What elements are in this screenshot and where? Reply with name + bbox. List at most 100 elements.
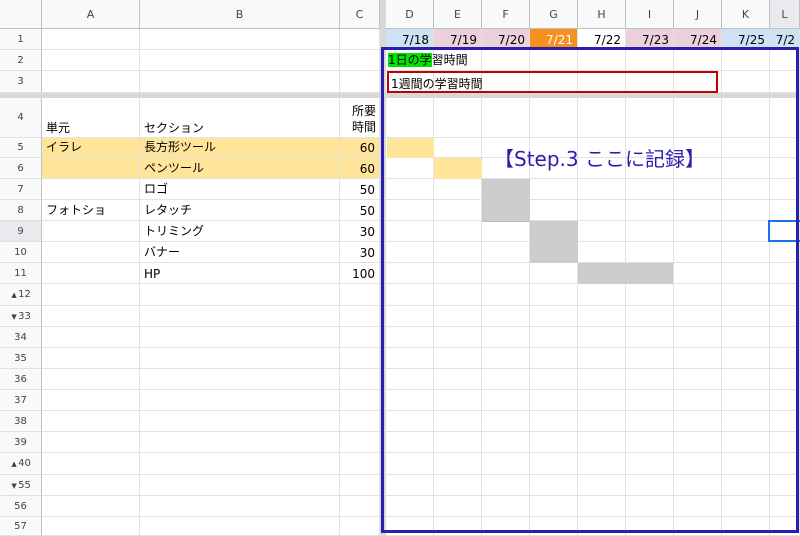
grid-cell[interactable] — [626, 327, 674, 348]
grid-cell[interactable] — [340, 306, 380, 327]
column-header-i[interactable]: I — [626, 0, 674, 29]
grid-cell[interactable] — [722, 306, 770, 327]
grid-cell[interactable] — [674, 179, 722, 200]
grid-cell[interactable] — [722, 98, 770, 138]
grid-cell[interactable] — [722, 327, 770, 348]
task-time-cell[interactable]: 30 — [340, 242, 380, 263]
task-time-cell[interactable]: 50 — [340, 200, 380, 221]
grid-cell[interactable] — [140, 29, 340, 50]
grid-cell[interactable] — [42, 306, 140, 327]
task-section-cell[interactable]: バナー — [140, 242, 340, 263]
grid-cell[interactable] — [434, 98, 482, 138]
grid-cell[interactable] — [674, 453, 722, 475]
row-header-5[interactable]: 5 — [0, 138, 42, 158]
grid-cell[interactable] — [386, 432, 434, 453]
grid-cell[interactable] — [340, 348, 380, 369]
grid-cell[interactable] — [626, 179, 674, 200]
grid-cell[interactable] — [578, 475, 626, 496]
grid-cell[interactable] — [530, 432, 578, 453]
grid-cell[interactable] — [386, 496, 434, 517]
grid-cell[interactable] — [530, 369, 578, 390]
grid-cell[interactable] — [722, 411, 770, 432]
date-cell[interactable]: 7/25 — [722, 29, 770, 50]
grid-cell[interactable] — [434, 242, 482, 263]
grid-cell[interactable] — [674, 475, 722, 496]
grid-cell[interactable] — [578, 348, 626, 369]
grid-cell[interactable] — [434, 411, 482, 432]
grid-cell[interactable] — [340, 475, 380, 496]
row-header-10[interactable]: 10 — [0, 242, 42, 263]
expand-up-icon[interactable]: ▲ — [10, 453, 18, 475]
grid-cell[interactable] — [434, 496, 482, 517]
grid-cell[interactable] — [626, 475, 674, 496]
grid-cell[interactable] — [770, 348, 800, 369]
grid-cell[interactable] — [386, 179, 434, 200]
grid-cell[interactable] — [434, 263, 482, 284]
grid-cell[interactable] — [578, 284, 626, 306]
grid-cell[interactable] — [530, 390, 578, 411]
grid-cell[interactable] — [578, 369, 626, 390]
grid-cell[interactable] — [578, 98, 626, 138]
gantt-block-trim-banner[interactable] — [530, 221, 578, 263]
grid-cell[interactable] — [770, 475, 800, 496]
task-time-cell[interactable]: 50 — [340, 179, 380, 200]
task-section-cell[interactable]: 長方形ツール — [140, 138, 340, 158]
gantt-block-pen-tool[interactable] — [434, 158, 482, 179]
grid-cell[interactable] — [626, 200, 674, 221]
grid-cell[interactable] — [482, 348, 530, 369]
grid-cell[interactable] — [482, 453, 530, 475]
grid-cell[interactable] — [626, 348, 674, 369]
row-header-40[interactable]: ▲40 — [0, 453, 42, 475]
grid-cell[interactable] — [674, 327, 722, 348]
task-section-cell[interactable]: トリミング — [140, 221, 340, 242]
grid-cell[interactable] — [386, 221, 434, 242]
grid-cell[interactable] — [722, 263, 770, 284]
grid-cell[interactable] — [482, 411, 530, 432]
grid-cell[interactable] — [482, 50, 530, 71]
grid-cell[interactable] — [722, 221, 770, 242]
grid-cell[interactable] — [386, 348, 434, 369]
row-header-39[interactable]: 39 — [0, 432, 42, 453]
grid-cell[interactable] — [434, 138, 482, 158]
grid-cell[interactable] — [434, 306, 482, 327]
grid-cell[interactable] — [770, 306, 800, 327]
grid-cell[interactable] — [42, 475, 140, 496]
row-header-8[interactable]: 8 — [0, 200, 42, 221]
grid-cell[interactable] — [386, 158, 434, 179]
row-header-55[interactable]: ▼55 — [0, 475, 42, 496]
grid-cell[interactable] — [578, 179, 626, 200]
task-section-cell[interactable]: ペンツール — [140, 158, 340, 179]
grid-cell[interactable] — [42, 517, 140, 536]
column-header-l[interactable]: L — [770, 0, 800, 29]
row-header-34[interactable]: 34 — [0, 327, 42, 348]
grid-cell[interactable] — [530, 284, 578, 306]
grid-cell[interactable] — [434, 453, 482, 475]
grid-cell[interactable] — [530, 179, 578, 200]
grid-cell[interactable] — [530, 263, 578, 284]
row-header-4[interactable]: 4 — [0, 98, 42, 138]
grid-cell[interactable] — [770, 242, 800, 263]
grid-cell[interactable] — [482, 517, 530, 536]
grid-cell[interactable] — [140, 369, 340, 390]
grid-cell[interactable] — [340, 50, 380, 71]
grid-cell[interactable] — [722, 179, 770, 200]
grid-cell[interactable] — [482, 432, 530, 453]
grid-cell[interactable] — [482, 263, 530, 284]
grid-cell[interactable] — [674, 306, 722, 327]
grid-cell[interactable] — [674, 348, 722, 369]
row-header-33[interactable]: ▼33 — [0, 306, 42, 327]
grid-cell[interactable] — [386, 517, 434, 536]
grid-cell[interactable] — [434, 475, 482, 496]
grid-cell[interactable] — [722, 348, 770, 369]
grid-cell[interactable] — [578, 306, 626, 327]
grid-cell[interactable] — [722, 432, 770, 453]
grid-cell[interactable] — [140, 284, 340, 306]
grid-cell[interactable] — [770, 453, 800, 475]
task-section-cell[interactable]: HP — [140, 263, 340, 284]
grid-cell[interactable] — [386, 369, 434, 390]
task-unit-cell[interactable] — [42, 263, 140, 284]
grid-cell[interactable] — [722, 158, 770, 179]
row-header-9[interactable]: 9 — [0, 221, 42, 242]
grid-cell[interactable] — [42, 453, 140, 475]
grid-cell[interactable] — [578, 432, 626, 453]
